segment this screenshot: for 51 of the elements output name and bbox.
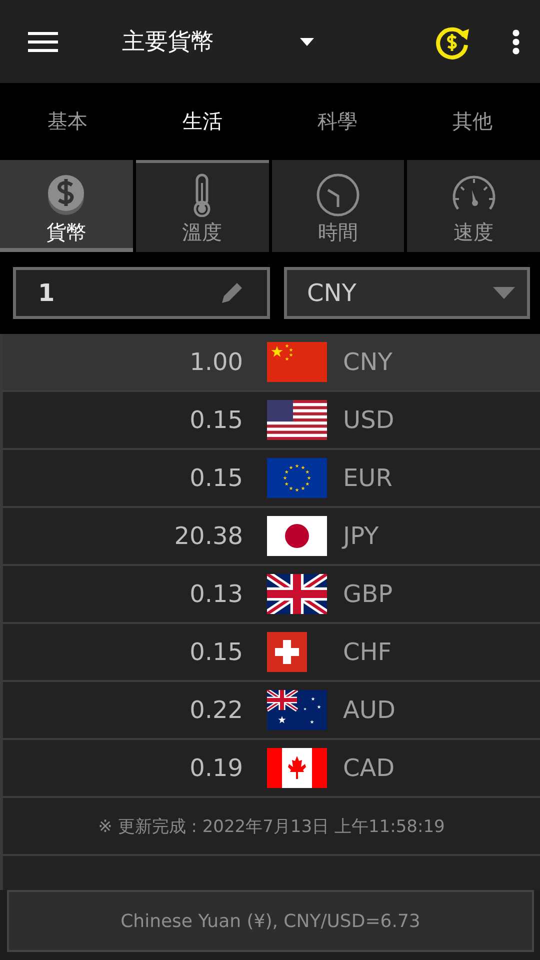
converted-amount: 0.19 [188,754,243,782]
currency-code: CNY [343,348,392,376]
converted-amount: 0.15 [188,464,243,492]
converted-amount: 0.22 [188,696,243,724]
unit-category-tab[interactable]: 貨幣 [0,160,133,252]
unit-category-tab[interactable]: 時間 [272,160,404,252]
update-status: ※ 更新完成 : 2022年7月13日 上午11:58:19 [98,816,445,838]
converted-amount: 20.38 [173,522,243,550]
currency-row[interactable]: 0.15 CHF [3,624,540,682]
flag-icon [267,516,327,556]
converted-amount: 1.00 [188,348,243,376]
category-tab[interactable]: 其他 [405,83,540,160]
category-tab[interactable]: 生活 [135,83,270,160]
currency-dropdown[interactable]: CNY [284,267,530,319]
currency-code: JPY [343,522,379,550]
converted-amount: 0.15 [188,638,243,666]
currency-row[interactable]: 0.19 CAD [3,740,540,798]
flag-icon [267,690,327,730]
flag-icon [267,574,327,614]
currency-code: EUR [343,464,392,492]
converted-amount: 0.15 [188,406,243,434]
currency-code: USD [343,406,394,434]
screen-title: 主要貨幣 [122,28,214,57]
currency-row[interactable]: 0.15 EUR [3,450,540,508]
menu-icon[interactable] [28,30,58,52]
dropdown-caret-icon[interactable] [300,38,314,46]
flag-icon [267,458,327,498]
flag-icon [267,342,327,382]
currency-code: GBP [343,580,393,608]
pencil-icon [219,280,245,306]
flag-icon [267,748,327,788]
currency-row[interactable]: 0.22 AUD [3,682,540,740]
currency-code: CHF [343,638,392,666]
category-tab[interactable]: 基本 [0,83,135,160]
rate-info-button[interactable]: Chinese Yuan (¥), CNY/USD=6.73 [7,890,534,952]
amount-field[interactable]: 1 [13,267,270,319]
unit-category-tab[interactable]: 速度 [407,160,540,252]
dropdown-caret-icon [493,287,515,299]
flag-icon [267,400,327,440]
currency-row[interactable]: 0.13 GBP [3,566,540,624]
currency-row[interactable]: 1.00 CNY [3,334,540,392]
currency-row[interactable]: 20.38 JPY [3,508,540,566]
unit-category-tab[interactable]: 溫度 [136,160,268,252]
converted-amount: 0.13 [188,580,243,608]
more-icon[interactable] [512,28,520,54]
category-tab[interactable]: 科學 [270,83,405,160]
currency-row[interactable]: 0.15 USD [3,392,540,450]
currency-code: AUD [343,696,396,724]
clock-icon [316,173,360,217]
currency-code: CAD [343,754,395,782]
flag-icon [267,632,307,672]
